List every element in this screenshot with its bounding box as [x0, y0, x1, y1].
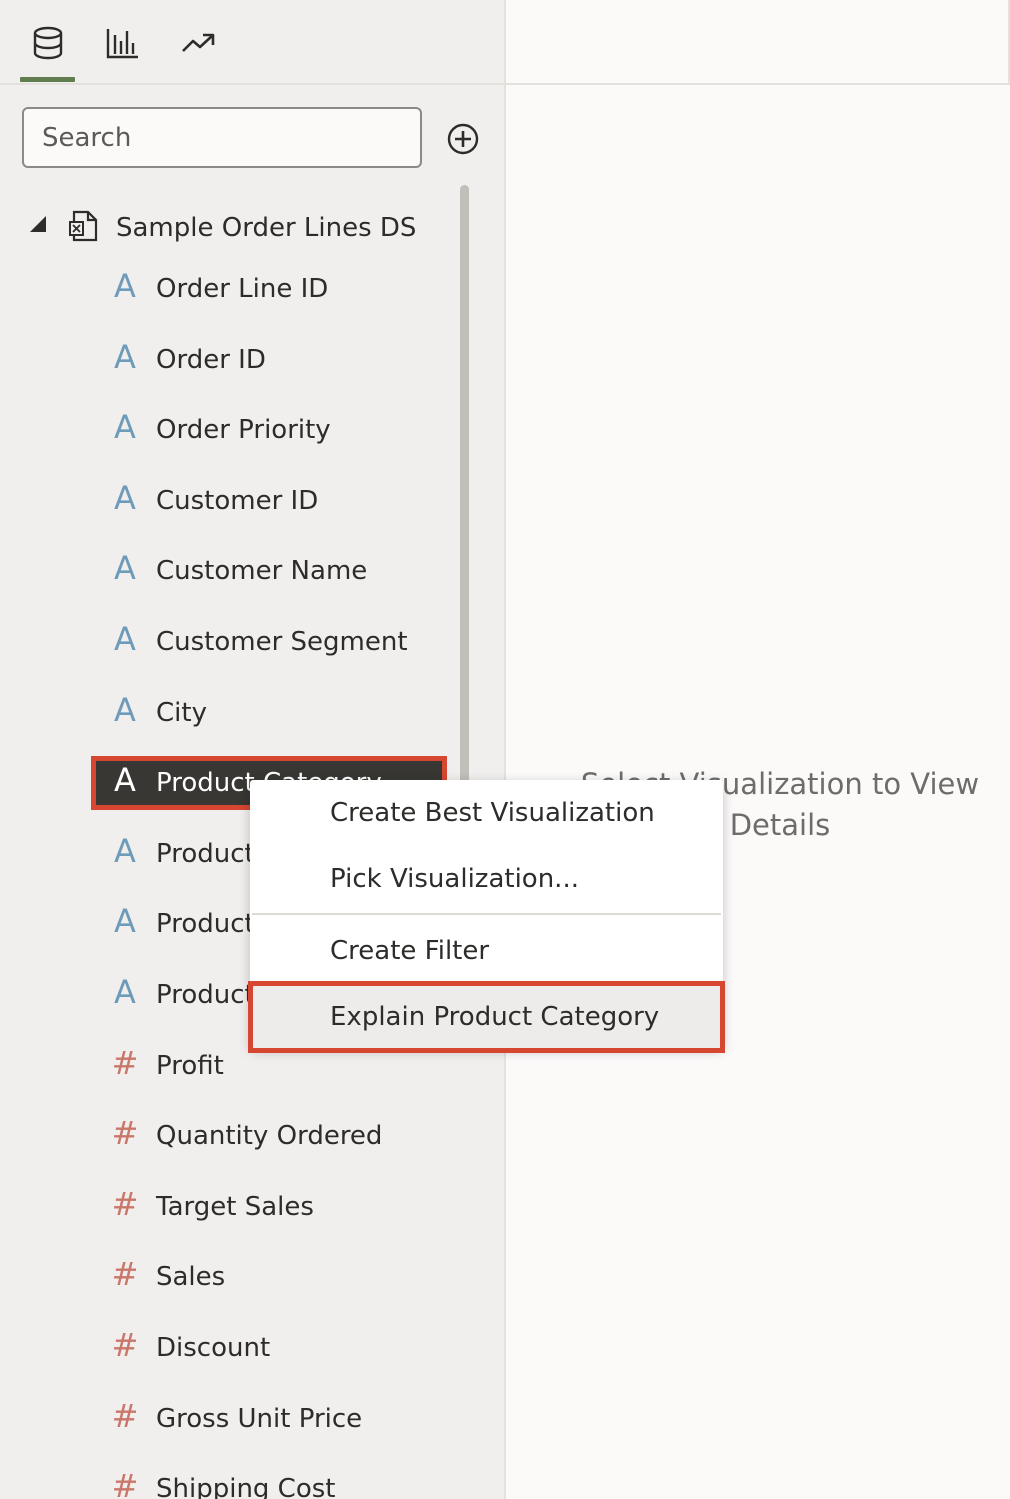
field-label: Profit	[156, 1051, 224, 1081]
analytics-tab[interactable]	[170, 18, 226, 68]
attribute-letter-icon: A	[114, 408, 136, 446]
datasource-label: Sample Order Lines DS	[116, 213, 417, 243]
field-label: Sales	[156, 1262, 226, 1292]
bar-chart-icon	[106, 29, 138, 59]
tree-scrollbar[interactable]	[460, 185, 469, 785]
datasource-file-icon	[69, 210, 98, 242]
field-row[interactable]: A City	[96, 691, 442, 735]
attribute-letter-icon: A	[114, 338, 136, 376]
attribute-letter-icon: A	[114, 479, 136, 517]
measure-hash-icon: #	[111, 1185, 139, 1223]
trend-line-icon	[182, 33, 215, 52]
attribute-letter-icon: A	[114, 549, 136, 587]
measure-hash-icon: #	[111, 1326, 139, 1364]
field-row[interactable]: # Profit	[96, 1044, 442, 1088]
field-label: City	[156, 698, 207, 728]
field-context-menu: Create Best Visualization Pick Visualiza…	[248, 780, 725, 1053]
field-row[interactable]: A Order ID	[96, 338, 442, 382]
field-row[interactable]: # Quantity Ordered	[96, 1114, 442, 1158]
add-data-button[interactable]	[444, 120, 482, 158]
attribute-letter-icon: A	[114, 691, 136, 729]
database-icon	[33, 26, 63, 60]
field-label: Order Line ID	[156, 274, 329, 304]
collapse-triangle-icon[interactable]	[28, 214, 48, 234]
measure-hash-icon: #	[111, 1255, 139, 1293]
menu-item-label: Create Filter	[330, 936, 490, 966]
field-label: Discount	[156, 1333, 271, 1363]
search-input[interactable]	[22, 107, 422, 168]
panel-tabbar	[0, 0, 504, 85]
measure-hash-icon: #	[111, 1467, 139, 1499]
field-label: Order Priority	[156, 415, 331, 445]
field-label: Quantity Ordered	[156, 1121, 383, 1151]
menu-pick-visualization[interactable]: Pick Visualization...	[250, 848, 723, 910]
field-row[interactable]: A Order Line ID	[96, 267, 442, 311]
field-label: Target Sales	[156, 1192, 314, 1222]
attribute-letter-icon: A	[114, 902, 136, 940]
field-row[interactable]: A Customer Name	[96, 549, 442, 593]
tree-root-datasource[interactable]: Sample Order Lines DS	[26, 205, 446, 255]
menu-divider	[252, 913, 721, 915]
visualizations-tab[interactable]	[95, 18, 151, 68]
field-row[interactable]: # Gross Unit Price	[96, 1397, 442, 1441]
canvas-topbar	[506, 0, 1010, 85]
field-label: Shipping Cost	[156, 1474, 336, 1499]
attribute-letter-icon: A	[114, 973, 136, 1011]
menu-item-label: Explain Product Category	[330, 1002, 660, 1032]
data-tab[interactable]	[20, 18, 76, 68]
field-row[interactable]: A Order Priority	[96, 408, 442, 452]
menu-explain-product-category[interactable]: Explain Product Category	[248, 981, 725, 1053]
field-row[interactable]: A Customer ID	[96, 479, 442, 523]
measure-hash-icon: #	[111, 1397, 139, 1435]
attribute-letter-icon: A	[114, 832, 136, 870]
field-label: Customer ID	[156, 486, 319, 516]
attribute-letter-icon: A	[114, 267, 136, 305]
field-label: Product	[156, 980, 255, 1010]
field-label: Order ID	[156, 345, 266, 375]
attribute-letter-icon: A	[114, 761, 136, 799]
menu-item-label: Pick Visualization...	[330, 864, 579, 894]
attribute-letter-icon: A	[114, 620, 136, 658]
measure-hash-icon: #	[111, 1114, 139, 1152]
menu-item-label: Create Best Visualization	[330, 798, 655, 828]
active-tab-indicator	[20, 77, 75, 82]
measure-hash-icon: #	[111, 1044, 139, 1082]
field-row[interactable]: A Customer Segment	[96, 620, 442, 664]
menu-create-filter[interactable]: Create Filter	[250, 920, 723, 982]
field-label: Product	[156, 909, 255, 939]
field-row[interactable]: # Target Sales	[96, 1185, 442, 1229]
data-panel: Sample Order Lines DS A Order Line ID A Ord…	[0, 0, 506, 1499]
field-label: Customer Segment	[156, 627, 408, 657]
field-label: Customer Name	[156, 556, 368, 586]
plus-circle-icon	[447, 123, 479, 155]
field-label: Product	[156, 839, 255, 869]
field-label: Gross Unit Price	[156, 1404, 363, 1434]
field-row[interactable]: # Discount	[96, 1326, 442, 1370]
field-row[interactable]: # Shipping Cost	[96, 1467, 442, 1499]
menu-create-best-visualization[interactable]: Create Best Visualization	[250, 782, 723, 844]
field-row[interactable]: # Sales	[96, 1255, 442, 1299]
